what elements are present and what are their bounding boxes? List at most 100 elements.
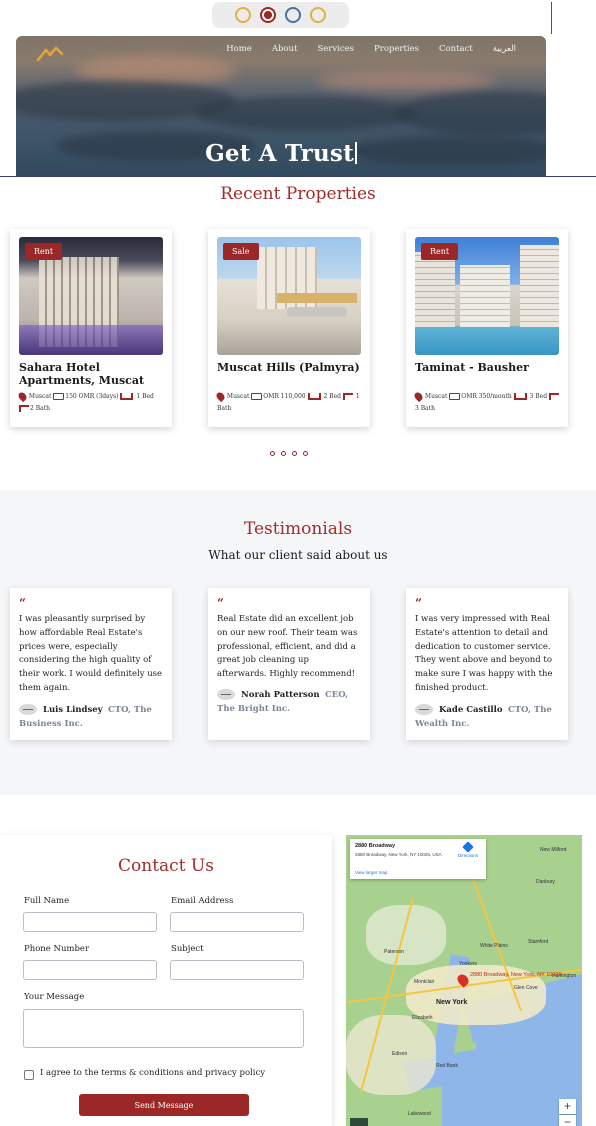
- price-icon: [251, 393, 263, 400]
- property-price: OMR 350/month: [461, 393, 512, 400]
- theme-gold-swatch[interactable]: [234, 7, 251, 23]
- map-label-yonkers: Yonkers: [459, 961, 477, 967]
- testimonial-author: Norah Patterson CEO, The Bright Inc.: [217, 688, 362, 716]
- map-label-elizabeth: Elizabeth: [412, 1015, 433, 1021]
- avatar: [415, 704, 433, 715]
- hero-title-text: Get A Trust: [205, 140, 354, 167]
- typing-cursor: [354, 142, 357, 164]
- full-name-input[interactable]: [23, 912, 157, 932]
- location-icon: [214, 390, 227, 403]
- testimonial-text: I was very impressed with Real Estate's …: [415, 614, 553, 693]
- bath-icon: [548, 393, 559, 400]
- map-embed[interactable]: 2880 Broadway 2880 Broadway, New York, N…: [346, 835, 582, 1126]
- theme-blue-swatch[interactable]: [285, 7, 302, 23]
- property-price: 150 OMR (3days): [65, 393, 119, 400]
- theme-crimson-swatch[interactable]: [259, 7, 276, 23]
- price-icon: [449, 393, 461, 400]
- property-meta: Muscat OMR 350/month 3 Bed 3 Bath: [412, 390, 560, 415]
- nav-contact[interactable]: Contact: [439, 44, 473, 54]
- bath-icon: [342, 393, 353, 400]
- phone-label: Phone Number: [24, 944, 90, 954]
- send-message-button[interactable]: Send Message: [79, 1094, 249, 1116]
- theme-gold-alt-swatch[interactable]: [310, 7, 327, 23]
- nav-services[interactable]: Services: [317, 44, 354, 54]
- author-name: Kade Castillo: [439, 705, 503, 715]
- bed-icon: [307, 393, 321, 400]
- map-label-new-york: New York: [436, 999, 468, 1006]
- avatar: [19, 704, 37, 715]
- property-location: Muscat: [424, 393, 448, 400]
- quote-icon: “: [19, 596, 26, 610]
- property-baths: 3 Bath: [415, 405, 435, 412]
- carousel-dot[interactable]: [270, 451, 275, 456]
- terms-label: I agree to the terms & conditions and pr…: [40, 1068, 266, 1078]
- testimonial-card: “ I was pleasantly surprised by how affo…: [10, 588, 172, 740]
- map-label-red-bank: Red Bank: [436, 1063, 458, 1069]
- bed-icon: [120, 393, 134, 400]
- property-price: OMR 110,000: [263, 393, 306, 400]
- property-title[interactable]: Sahara Hotel Apartments, Muscat: [19, 361, 164, 387]
- property-image: Sale: [217, 237, 361, 355]
- quote-icon: “: [217, 596, 224, 610]
- property-image: Rent: [19, 237, 163, 355]
- view-larger-map-link[interactable]: View larger map: [355, 870, 387, 875]
- map-label-edison: Edison: [392, 1051, 408, 1057]
- logo-icon[interactable]: [36, 44, 64, 64]
- carousel-dot[interactable]: [281, 451, 286, 456]
- map-label-white-plains: White Plains: [480, 943, 508, 949]
- property-meta: Muscat 150 OMR (3days) 1 Bed 2 Bath: [16, 390, 164, 415]
- testimonial-author: Luis Lindsey CTO, The Business Inc.: [19, 703, 164, 731]
- quote-icon: “: [415, 596, 422, 610]
- testimonial-text: Real Estate did an excellent job on our …: [217, 614, 358, 680]
- map-label-new-milford: New Milford: [540, 847, 567, 853]
- map-label-montclair: Montclair: [414, 979, 435, 985]
- contact-title: Contact Us: [118, 856, 214, 876]
- map-thumbnail[interactable]: [350, 1118, 368, 1126]
- zoom-out-button[interactable]: −: [559, 1115, 576, 1126]
- recent-properties-title: Recent Properties: [220, 184, 376, 204]
- property-card[interactable]: Rent Taminat - Bausher Muscat OMR 350/mo…: [406, 229, 568, 427]
- property-title[interactable]: Taminat - Bausher: [415, 361, 560, 374]
- property-card[interactable]: Rent Sahara Hotel Apartments, Muscat Mus…: [10, 229, 172, 427]
- divider: [551, 2, 552, 34]
- price-icon: [53, 393, 65, 400]
- terms-checkbox[interactable]: [24, 1070, 34, 1080]
- testimonial-author: Kade Castillo CTO, The Wealth Inc.: [415, 703, 560, 731]
- contact-form-card: [0, 835, 332, 1126]
- hero-divider: [0, 176, 596, 177]
- property-title[interactable]: Muscat Hills (Palmyra): [217, 361, 362, 374]
- full-name-label: Full Name: [24, 896, 70, 906]
- location-icon: [412, 390, 425, 403]
- carousel-dot[interactable]: [303, 451, 308, 456]
- property-card[interactable]: Sale Muscat Hills (Palmyra) Muscat OMR 1…: [208, 229, 370, 427]
- carousel-dot[interactable]: [292, 451, 297, 456]
- property-location: Muscat: [226, 393, 250, 400]
- property-beds: 1 Bed: [136, 393, 154, 400]
- location-icon: [16, 390, 29, 403]
- map-marker-label: 2880 Broadway, New York, NY 10025: [470, 972, 562, 978]
- message-label: Your Message: [24, 992, 85, 1002]
- message-textarea[interactable]: [23, 1009, 304, 1048]
- testimonials-title: Testimonials: [243, 519, 353, 539]
- zoom-in-button[interactable]: +: [559, 1099, 576, 1114]
- testimonial-text: I was pleasantly surprised by how afford…: [19, 614, 163, 693]
- nav-about[interactable]: About: [272, 44, 298, 54]
- directions-link[interactable]: Directions: [454, 841, 482, 858]
- email-input[interactable]: [170, 912, 304, 932]
- phone-input[interactable]: [23, 960, 157, 980]
- subject-label: Subject: [171, 944, 204, 954]
- map-label-lakewood: Lakewood: [408, 1111, 431, 1117]
- property-badge: Rent: [25, 243, 63, 260]
- nav-language[interactable]: العربية: [493, 44, 516, 54]
- subject-input[interactable]: [170, 960, 304, 980]
- nav-home[interactable]: Home: [226, 44, 252, 54]
- main-nav: Home About Services Properties Contact ا…: [226, 44, 516, 54]
- map-label-paterson: Paterson: [384, 949, 405, 955]
- property-badge: Sale: [223, 243, 259, 260]
- directions-icon: [462, 841, 474, 853]
- property-beds: 2 Bed: [323, 393, 341, 400]
- author-name: Norah Patterson: [241, 690, 320, 700]
- email-label: Email Address: [171, 896, 234, 906]
- avatar: [217, 689, 235, 700]
- nav-properties[interactable]: Properties: [374, 44, 419, 54]
